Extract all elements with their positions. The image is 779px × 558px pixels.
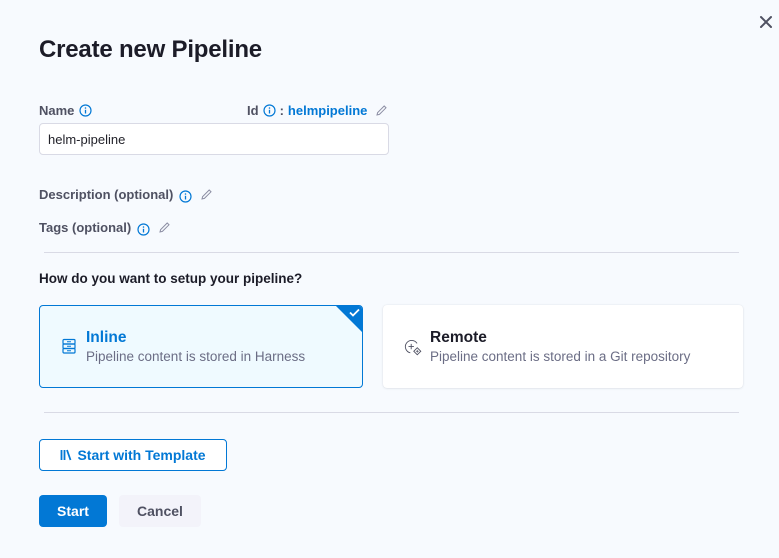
id-separator: :	[279, 103, 284, 118]
inline-option-card[interactable]: Inline Pipeline content is stored in Har…	[39, 305, 363, 388]
description-row: Description (optional)	[39, 186, 213, 203]
info-icon[interactable]	[79, 104, 93, 117]
description-label: Description (optional)	[39, 187, 174, 202]
remote-option-description: Pipeline content is stored in a Git repo…	[430, 348, 691, 364]
close-icon	[760, 16, 772, 28]
tags-row: Tags (optional)	[39, 219, 171, 236]
tags-label: Tags (optional)	[39, 220, 132, 235]
name-input[interactable]	[39, 123, 389, 155]
dialog-title: Create new Pipeline	[39, 36, 262, 63]
id-value[interactable]: helmpipeline	[288, 103, 367, 118]
edit-id-pencil-icon[interactable]	[375, 104, 388, 117]
remote-option-card[interactable]: Remote Pipeline content is stored in a G…	[383, 305, 743, 388]
start-button[interactable]: Start	[39, 495, 107, 527]
cancel-button[interactable]: Cancel	[119, 495, 201, 527]
info-icon[interactable]	[262, 104, 276, 117]
remote-git-icon	[404, 338, 422, 356]
check-icon	[349, 308, 360, 317]
start-with-template-label: Start with Template	[77, 447, 206, 463]
divider	[44, 412, 739, 413]
template-library-icon	[61, 449, 72, 461]
remote-option-title: Remote	[430, 328, 487, 346]
inline-option-title: Inline	[86, 328, 127, 346]
inline-storage-icon	[60, 338, 78, 356]
edit-description-pencil-icon[interactable]	[200, 188, 213, 201]
info-icon[interactable]	[137, 223, 150, 236]
name-label: Name	[39, 103, 75, 118]
inline-option-description: Pipeline content is stored in Harness	[86, 348, 306, 364]
setup-question: How do you want to setup your pipeline?	[39, 271, 303, 286]
edit-tags-pencil-icon[interactable]	[158, 221, 171, 234]
id-row: Id : helmpipeline	[247, 103, 388, 118]
name-label-row: Name	[39, 103, 93, 118]
info-icon[interactable]	[179, 190, 192, 203]
id-label: Id	[247, 103, 259, 118]
close-button[interactable]	[756, 12, 776, 32]
start-with-template-button[interactable]: Start with Template	[39, 439, 227, 471]
divider	[44, 252, 739, 253]
